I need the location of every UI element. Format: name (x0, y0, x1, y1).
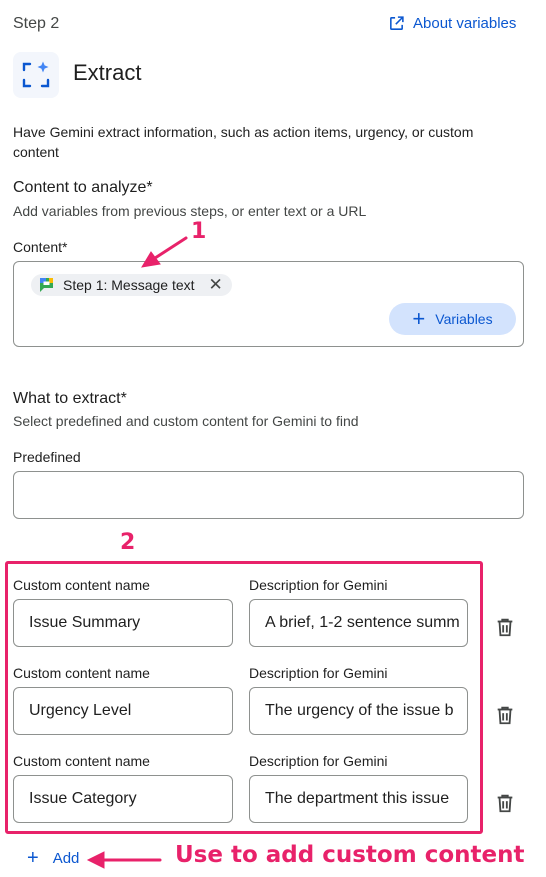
arrow-to-chip (150, 236, 188, 262)
arrow-to-add-head (86, 851, 105, 869)
arrow-to-chip-head (141, 251, 161, 268)
annotation-arrows (86, 236, 188, 869)
